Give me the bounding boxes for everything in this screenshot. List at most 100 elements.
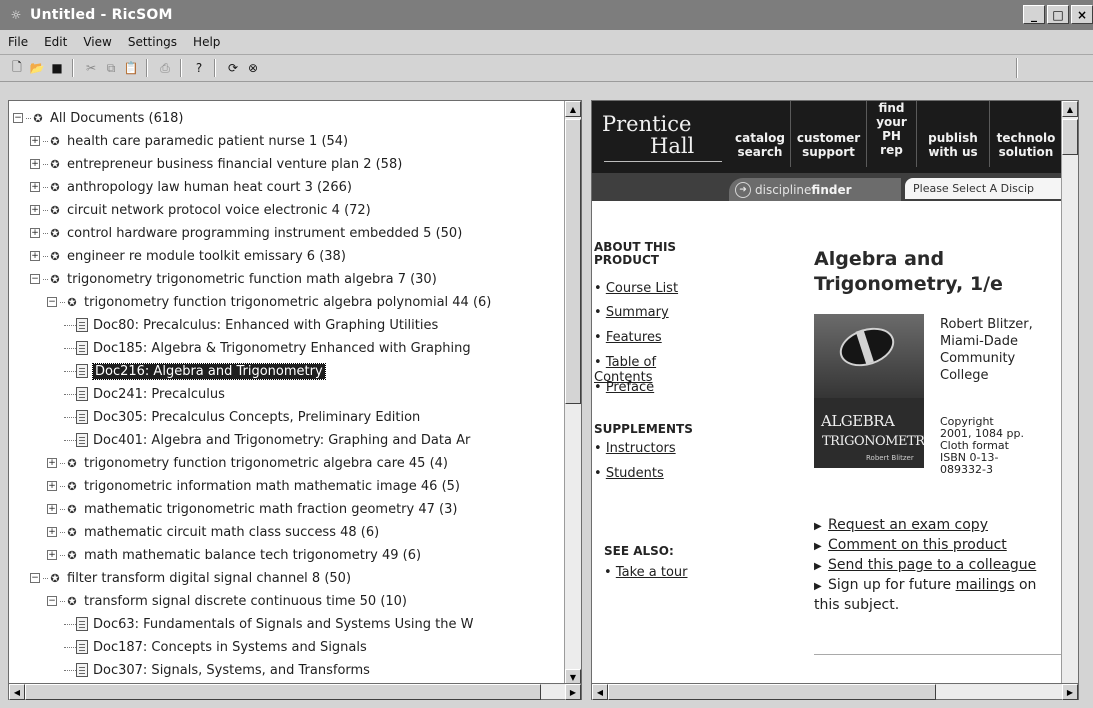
tree-cluster-row[interactable]: + ✪ circuit network protocol voice electro… — [30, 199, 371, 221]
scroll-right-arrow[interactable]: ▶ — [565, 684, 581, 700]
tree-document-row[interactable]: Doc305: Precalculus Concepts, Preliminar… — [64, 406, 420, 428]
scroll-thumb[interactable] — [25, 684, 541, 700]
tree-cluster-row[interactable]: + ✪ trigonometry function trigonometric al… — [47, 452, 448, 474]
tree-cluster-row[interactable]: + ✪ health care paramedic patient nurse 1 … — [30, 130, 348, 152]
nav-catalog-search[interactable]: catalog search — [730, 101, 791, 167]
expand-icon[interactable]: + — [47, 527, 57, 537]
link-take-a-tour[interactable]: • Take a tour — [604, 565, 688, 580]
collapse-icon[interactable]: − — [47, 596, 57, 606]
tree-cluster-row[interactable]: + ✪ mathematic trigonometric math fraction… — [47, 498, 457, 520]
tree-cluster-row[interactable]: + ✪ control hardware programming instrumen… — [30, 222, 462, 244]
tree-document-row[interactable]: Doc401: Algebra and Trigonometry: Graphi… — [64, 429, 470, 451]
tree-document-row[interactable]: Doc216: Algebra and Trigonometry — [64, 360, 326, 382]
tree-cluster-row[interactable]: − ✪ All Documents (618) — [13, 107, 183, 129]
save-icon[interactable]: ■ — [48, 59, 66, 77]
expand-icon[interactable]: + — [47, 458, 57, 468]
link-preface[interactable]: • Preface — [594, 380, 654, 395]
cut-icon[interactable]: ✂ — [82, 59, 100, 77]
menu-help[interactable]: Help — [185, 35, 228, 49]
expand-icon[interactable]: + — [30, 205, 40, 215]
horizontal-scrollbar[interactable]: ◀ ▶ — [591, 684, 1079, 700]
maximize-button[interactable]: □ — [1047, 5, 1069, 24]
menu-view[interactable]: View — [75, 35, 119, 49]
nav-customer-support[interactable]: customer support — [791, 101, 867, 167]
link-instructors[interactable]: • Instructors — [594, 441, 676, 456]
copy-icon[interactable]: ⧉ — [102, 59, 120, 77]
pane-splitter[interactable] — [582, 100, 591, 700]
cluster-tree-pane[interactable]: − ✪ All Documents (618) + ✪ health care param… — [8, 100, 582, 684]
expand-icon[interactable]: + — [47, 504, 57, 514]
tree-cluster-row[interactable]: + ✪ mathematic circuit math class success … — [47, 521, 379, 543]
menu-file[interactable]: File — [0, 35, 36, 49]
nav-find-your-ph-rep[interactable]: find your PH rep — [867, 101, 917, 167]
scroll-down-arrow[interactable]: ▼ — [565, 669, 581, 683]
tree-document-row[interactable]: Doc63: Fundamentals of Signals and Syste… — [64, 613, 473, 635]
prentice-hall-logo[interactable]: Prentice Hall — [602, 113, 694, 157]
vertical-scrollbar[interactable]: ▲ — [1061, 101, 1078, 683]
discipline-finder[interactable]: ➜ discipline finder — [729, 178, 901, 201]
content-divider — [814, 654, 1066, 655]
scroll-right-arrow[interactable]: ▶ — [1062, 684, 1078, 700]
collapse-icon[interactable]: − — [47, 297, 57, 307]
comment-product-link[interactable]: ▶ Comment on this product — [814, 536, 1066, 556]
tree-cluster-row[interactable]: + ✪ engineer re module toolkit emissary 6 … — [30, 245, 346, 267]
title-bar[interactable]: ☼ Untitled - RicSOM _ □ × — [0, 0, 1093, 30]
menu-edit[interactable]: Edit — [36, 35, 75, 49]
stop-icon[interactable]: ⊗ — [244, 59, 262, 77]
mailings-link[interactable]: mailings — [956, 577, 1015, 593]
minimize-button[interactable]: _ — [1023, 5, 1045, 24]
refresh-icon[interactable]: ⟳ — [224, 59, 242, 77]
tree-document-row[interactable]: Doc185: Algebra & Trigonometry Enhanced … — [64, 337, 471, 359]
tree-cluster-row[interactable]: − ✪ trigonometry trigonometric function ma… — [30, 268, 437, 290]
collapse-icon[interactable]: − — [30, 573, 40, 583]
cluster-icon: ✪ — [50, 249, 60, 263]
tree-cluster-row[interactable]: + ✪ entrepreneur business financial ventur… — [30, 153, 402, 175]
link-students[interactable]: • Students — [594, 466, 664, 481]
scroll-up-arrow[interactable]: ▲ — [1062, 101, 1078, 117]
tree-cluster-row[interactable]: − ✪ filter transform digital signal channe… — [30, 567, 351, 589]
tree-cluster-row[interactable]: + ✪ math mathematic balance tech trigonome… — [47, 544, 421, 566]
web-preview-pane[interactable]: Prentice Hall catalog search customer su… — [591, 100, 1079, 684]
menu-settings[interactable]: Settings — [120, 35, 185, 49]
tree-document-row[interactable]: Doc241: Precalculus — [64, 383, 225, 405]
send-page-link[interactable]: ▶ Send this page to a colleague — [814, 556, 1054, 576]
expand-icon[interactable]: + — [47, 481, 57, 491]
collapse-icon[interactable]: − — [30, 274, 40, 284]
open-folder-icon[interactable]: 📂 — [28, 59, 46, 77]
new-document-icon[interactable]: 🗋 — [8, 59, 26, 77]
link-features[interactable]: • Features — [594, 330, 662, 345]
expand-icon[interactable]: + — [30, 182, 40, 192]
request-exam-copy-link[interactable]: ▶ Request an exam copy — [814, 516, 1066, 536]
expand-icon[interactable]: + — [47, 550, 57, 560]
scroll-thumb[interactable] — [608, 684, 936, 700]
cluster-tree[interactable]: − ✪ All Documents (618) + ✪ health care param… — [9, 101, 567, 683]
discipline-select[interactable]: Please Select A Discip — [905, 178, 1077, 199]
tree-document-row[interactable]: Doc187: Concepts in Systems and Signals — [64, 636, 367, 658]
link-course-list[interactable]: • Course List — [594, 281, 678, 296]
tree-cluster-row[interactable]: + ✪ trigonometric information math mathema… — [47, 475, 460, 497]
tree-cluster-row[interactable]: − ✪ transform signal discrete continuous t… — [47, 590, 407, 612]
scroll-left-arrow[interactable]: ◀ — [9, 684, 25, 700]
collapse-icon[interactable]: − — [13, 113, 23, 123]
close-button[interactable]: × — [1071, 5, 1093, 24]
scroll-thumb[interactable] — [1062, 119, 1078, 155]
tree-cluster-row[interactable]: + ✪ anthropology law human heat court 3 (2… — [30, 176, 352, 198]
nav-technology-solutions[interactable]: technolo solution — [990, 101, 1062, 167]
nav-publish-with-us[interactable]: publish with us — [917, 101, 990, 167]
tree-document-row[interactable]: Doc80: Precalculus: Enhanced with Graphi… — [64, 314, 438, 336]
scroll-up-arrow[interactable]: ▲ — [565, 101, 581, 117]
vertical-scrollbar[interactable]: ▲ ▼ — [564, 101, 581, 683]
expand-icon[interactable]: + — [30, 251, 40, 261]
help-icon[interactable]: ? — [190, 59, 208, 77]
link-summary[interactable]: • Summary — [594, 305, 669, 320]
expand-icon[interactable]: + — [30, 136, 40, 146]
expand-icon[interactable]: + — [30, 159, 40, 169]
scroll-thumb[interactable] — [565, 119, 581, 404]
tree-document-row[interactable]: Doc307: Signals, Systems, and Transforms — [64, 659, 370, 681]
tree-cluster-row[interactable]: − ✪ trigonometry function trigonometric al… — [47, 291, 491, 313]
print-icon[interactable]: ⎙ — [156, 59, 174, 77]
expand-icon[interactable]: + — [30, 228, 40, 238]
paste-icon[interactable]: 📋 — [122, 59, 140, 77]
scroll-left-arrow[interactable]: ◀ — [592, 684, 608, 700]
horizontal-scrollbar[interactable]: ◀ ▶ — [8, 684, 582, 700]
